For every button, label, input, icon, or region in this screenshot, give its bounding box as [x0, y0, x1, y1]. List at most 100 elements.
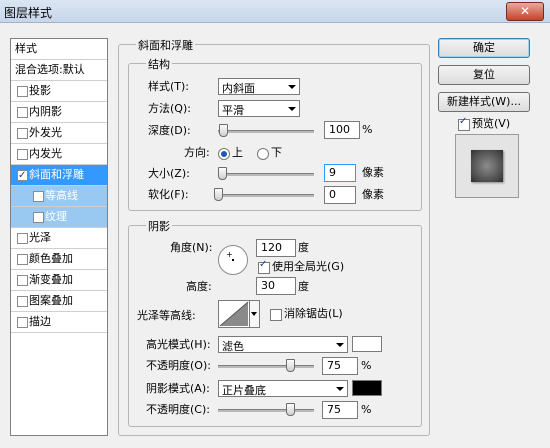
- style-item-contour[interactable]: 等高线: [11, 186, 107, 207]
- size-input[interactable]: 9: [324, 164, 356, 182]
- altitude-unit: 度: [298, 280, 309, 293]
- style-item-stroke[interactable]: 描边: [11, 312, 107, 333]
- highlight-color-swatch[interactable]: [352, 336, 382, 352]
- soften-input[interactable]: 0: [324, 186, 356, 204]
- shadow-opacity-unit: %: [361, 403, 372, 416]
- window-title: 图层样式: [4, 6, 53, 20]
- depth-slider[interactable]: [218, 124, 314, 137]
- altitude-input[interactable]: 30: [256, 277, 296, 295]
- styles-header[interactable]: 样式: [11, 39, 107, 60]
- gloss-contour-dropdown[interactable]: [250, 300, 260, 328]
- soften-slider-thumb[interactable]: [214, 188, 223, 201]
- depth-label: 深度(D):: [148, 124, 191, 137]
- highlight-opacity-input[interactable]: 75: [322, 357, 358, 375]
- shadow-mode-label: 阴影模式(A):: [146, 382, 210, 395]
- soften-slider[interactable]: [214, 188, 314, 201]
- technique-dropdown[interactable]: 平滑: [218, 100, 300, 117]
- highlight-opacity-slider[interactable]: [218, 359, 314, 372]
- shading-title: 阴影: [146, 218, 172, 234]
- style-item-satin[interactable]: 光泽: [11, 228, 107, 249]
- antialias-checkbox[interactable]: [270, 309, 282, 321]
- highlight-mode-label: 高光模式(H):: [146, 338, 211, 351]
- inner-shadow-checkbox[interactable]: [17, 107, 28, 118]
- soften-unit: 像素: [362, 188, 384, 201]
- preview-checkbox[interactable]: [458, 116, 470, 131]
- angle-unit: 度: [298, 241, 309, 254]
- crosshair-icon: +: [226, 250, 233, 259]
- style-label: 样式(T):: [148, 80, 190, 93]
- angle-dial[interactable]: +: [218, 245, 248, 275]
- depth-unit: %: [362, 123, 373, 136]
- style-dropdown[interactable]: 内斜面: [218, 78, 300, 95]
- size-slider-thumb[interactable]: [217, 167, 227, 180]
- title-bar: 图层样式 ✕: [0, 0, 550, 23]
- texture-checkbox[interactable]: [33, 212, 44, 223]
- highlight-opacity-unit: %: [361, 359, 372, 372]
- style-item-color-overlay[interactable]: 颜色叠加: [11, 249, 107, 270]
- depth-input[interactable]: 100: [324, 121, 360, 139]
- inner-glow-checkbox[interactable]: [17, 149, 28, 160]
- gloss-contour-picker[interactable]: [218, 300, 250, 328]
- gloss-contour-label: 光泽等高线:: [137, 309, 196, 322]
- structure-title: 结构: [146, 56, 172, 72]
- style-item-inner-glow[interactable]: 内发光: [11, 144, 107, 165]
- bevel-emboss-checkbox[interactable]: [17, 166, 28, 186]
- shadow-opacity-label: 不透明度(C):: [146, 403, 210, 416]
- size-label: 大小(Z):: [148, 167, 190, 180]
- technique-label: 方法(Q):: [148, 102, 191, 115]
- direction-label: 方向:: [184, 146, 210, 159]
- close-button[interactable]: ✕: [506, 2, 544, 21]
- direction-down-radio[interactable]: [257, 148, 269, 160]
- preview-square: [471, 150, 503, 182]
- preview-label: 预览(V): [472, 117, 511, 130]
- color-overlay-checkbox[interactable]: [17, 254, 28, 265]
- style-item-bevel-emboss[interactable]: 斜面和浮雕: [11, 165, 107, 186]
- highlight-opacity-label: 不透明度(O):: [146, 359, 211, 372]
- style-item-inner-shadow[interactable]: 内阴影: [11, 102, 107, 123]
- highlight-mode-dropdown[interactable]: 滤色: [218, 336, 348, 353]
- style-item-texture[interactable]: 纹理: [11, 207, 107, 228]
- new-style-button[interactable]: 新建样式(W)...: [438, 92, 530, 112]
- direction-up-radio[interactable]: [218, 148, 230, 160]
- gradient-overlay-checkbox[interactable]: [17, 275, 28, 286]
- size-slider[interactable]: [217, 167, 314, 180]
- depth-slider-thumb[interactable]: [218, 124, 228, 137]
- highlight-opacity-thumb[interactable]: [286, 359, 295, 372]
- size-unit: 像素: [362, 166, 384, 179]
- contour-curve-icon: [219, 301, 249, 327]
- chevron-down-icon: [288, 85, 296, 89]
- outer-glow-checkbox[interactable]: [17, 128, 28, 139]
- stroke-checkbox[interactable]: [17, 317, 28, 328]
- shadow-mode-dropdown[interactable]: 正片叠底: [218, 380, 348, 397]
- blend-options-item[interactable]: 混合选项:默认: [11, 60, 107, 81]
- chevron-down-icon: [336, 343, 344, 347]
- chevron-down-icon: [288, 107, 296, 111]
- drop-shadow-checkbox[interactable]: [17, 86, 28, 97]
- soften-label: 软化(F):: [148, 188, 189, 201]
- ok-button[interactable]: 确定: [438, 38, 530, 58]
- global-light-label: 使用全局光(G): [272, 260, 345, 273]
- chevron-down-icon: [336, 387, 344, 391]
- shadow-color-swatch[interactable]: [352, 380, 382, 396]
- dial-center-dot: [232, 259, 234, 261]
- direction-up-label: 上: [232, 146, 243, 159]
- reset-button[interactable]: 复位: [438, 65, 530, 85]
- shadow-opacity-thumb[interactable]: [286, 403, 295, 416]
- angle-label: 角度(N):: [170, 241, 213, 254]
- style-item-gradient-overlay[interactable]: 渐变叠加: [11, 270, 107, 291]
- shadow-opacity-input[interactable]: 75: [322, 401, 358, 419]
- angle-input[interactable]: 120: [256, 239, 296, 257]
- direction-down-label: 下: [271, 146, 282, 159]
- style-item-drop-shadow[interactable]: 投影: [11, 81, 107, 102]
- shadow-opacity-slider[interactable]: [218, 403, 314, 416]
- altitude-label: 高度:: [186, 280, 212, 293]
- style-item-outer-glow[interactable]: 外发光: [11, 123, 107, 144]
- contour-checkbox[interactable]: [33, 191, 44, 202]
- global-light-checkbox[interactable]: [258, 259, 270, 274]
- styles-list: 样式 混合选项:默认 投影 内阴影 外发光 内发光 斜面和浮雕 等高线 纹理 光…: [10, 38, 108, 436]
- bevel-emboss-title: 斜面和浮雕: [136, 37, 195, 53]
- pattern-overlay-checkbox[interactable]: [17, 296, 28, 307]
- style-item-pattern-overlay[interactable]: 图案叠加: [11, 291, 107, 312]
- style-preview-thumbnail: [455, 134, 519, 198]
- satin-checkbox[interactable]: [17, 233, 28, 244]
